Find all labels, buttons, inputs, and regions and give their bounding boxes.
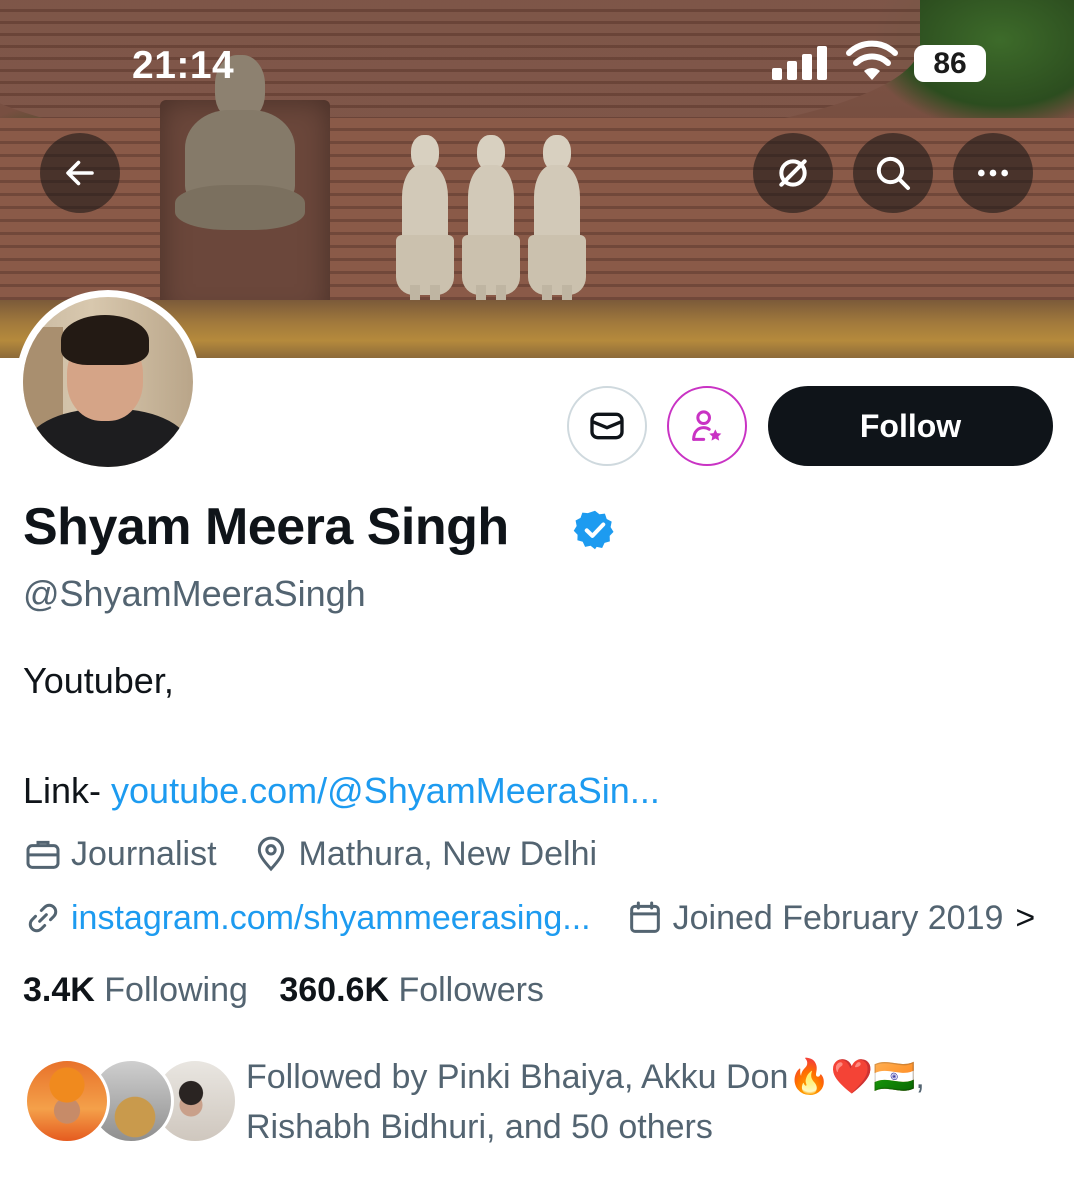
status-time: 21:14 <box>132 44 235 87</box>
display-name: Shyam Meera Singh <box>23 498 509 556</box>
cellular-signal-icon <box>772 46 827 80</box>
follower-avatar <box>24 1058 110 1144</box>
followers-count: 360.6K <box>279 971 389 1009</box>
profile-meta-row: instagram.com/shyammeerasing... Joined F… <box>23 896 1069 940</box>
calendar-icon <box>629 901 660 933</box>
search-icon <box>876 156 910 190</box>
wifi-icon <box>846 40 898 80</box>
avatar-image <box>23 297 193 467</box>
following-label: Following <box>104 971 248 1009</box>
person-star-icon <box>692 410 722 441</box>
website-link[interactable]: instagram.com/shyammeerasing... <box>71 899 591 938</box>
location-text: Mathura, New Delhi <box>298 834 598 873</box>
bio-text: Youtuber, <box>23 660 174 701</box>
joined-item[interactable]: Joined February 2019 > <box>625 898 1036 938</box>
followers-label: Followers <box>398 971 544 1009</box>
arrow-left-icon <box>66 160 94 186</box>
joined-chevron-icon: > <box>1015 898 1036 937</box>
joined-text: Joined February 2019 <box>672 898 1004 937</box>
profile-handle: @ShyamMeeraSingh <box>23 573 366 614</box>
profession-text: Journalist <box>71 834 217 873</box>
banner-statue <box>526 135 588 315</box>
back-button[interactable] <box>40 133 120 213</box>
following-count: 3.4K <box>23 971 95 1009</box>
link-icon <box>28 903 58 933</box>
subscribe-button[interactable] <box>667 386 747 466</box>
followed-by-line: Followed by Pinki Bhaiya, Akku Don🔥❤️🇮🇳, <box>246 1058 925 1096</box>
location-item: Mathura, New Delhi <box>251 834 598 874</box>
banner-statue <box>394 135 456 315</box>
grok-icon <box>779 159 807 187</box>
followed-by-line: Rishabh Bidhuri, and 50 others <box>246 1108 713 1146</box>
verified-badge-icon[interactable] <box>573 508 617 552</box>
more-options-button[interactable] <box>953 133 1033 213</box>
follow-stats: 3.4K Following 360.6K Followers <box>23 971 566 1010</box>
grok-button[interactable] <box>753 133 833 213</box>
following-stat[interactable]: 3.4K Following <box>23 971 248 1009</box>
bio-link-prefix: Link- <box>23 770 112 811</box>
envelope-icon <box>590 412 624 440</box>
banner-statue <box>460 135 522 315</box>
followers-stat[interactable]: 360.6K Followers <box>279 971 544 1009</box>
bio-youtube-link[interactable]: youtube.com/@ShyamMeeraSin... <box>111 770 660 811</box>
more-icon <box>978 169 1008 177</box>
bio-link-line: Link- youtube.com/@ShyamMeeraSin... <box>23 770 660 812</box>
website-item[interactable]: instagram.com/shyammeerasing... <box>23 898 591 938</box>
followed-by-avatars[interactable] <box>24 1058 238 1148</box>
briefcase-icon <box>26 840 60 869</box>
message-button[interactable] <box>567 386 647 466</box>
followed-by-text[interactable]: Followed by Pinki Bhaiya, Akku Don🔥❤️🇮🇳,… <box>246 1052 1046 1152</box>
follow-button[interactable]: Follow <box>768 386 1053 466</box>
profession-item: Journalist <box>23 834 217 874</box>
search-button[interactable] <box>853 133 933 213</box>
profile-avatar[interactable] <box>16 290 200 474</box>
battery-indicator: 86 <box>914 45 986 82</box>
profile-meta-row: Journalist Mathura, New Delhi <box>23 832 631 876</box>
location-pin-icon <box>257 836 284 872</box>
